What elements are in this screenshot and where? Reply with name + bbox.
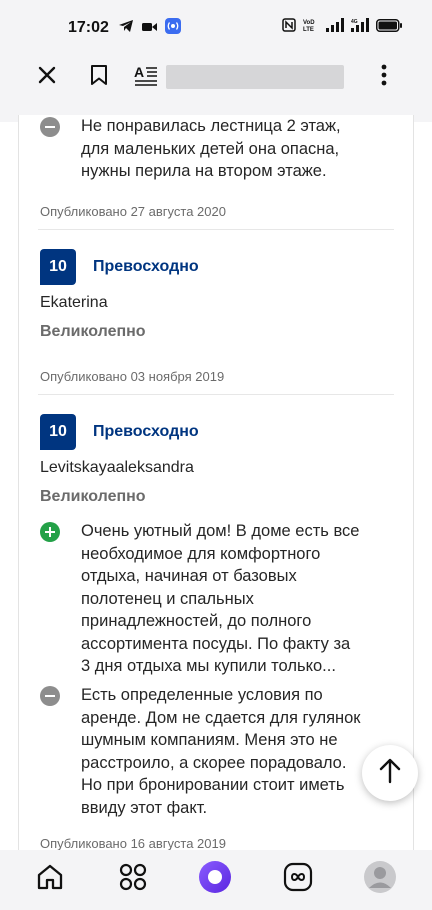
alice-assistant-icon bbox=[198, 860, 232, 899]
arrow-up-icon bbox=[379, 758, 401, 789]
signal-icon bbox=[326, 18, 344, 37]
divider bbox=[38, 229, 394, 230]
close-icon bbox=[37, 65, 57, 90]
review-pro-text: Очень уютный дом! В доме есть все необхо… bbox=[81, 522, 360, 675]
bottom-navigation bbox=[0, 850, 432, 910]
infinity-button[interactable] bbox=[281, 862, 315, 896]
review-con-text: Есть определенные условия по аренде. Дом… bbox=[81, 686, 361, 817]
menu-button[interactable] bbox=[369, 62, 399, 92]
published-date: Опубликовано 03 ноября 2019 bbox=[40, 369, 225, 384]
battery-icon bbox=[376, 18, 402, 37]
home-icon bbox=[35, 862, 65, 897]
review-con: Не понравилась лестница 2 этаж, для мале… bbox=[40, 115, 341, 183]
address-bar[interactable] bbox=[166, 65, 344, 89]
volte-icon: VoD LTE bbox=[303, 18, 319, 37]
score-badge: 10 bbox=[40, 414, 76, 450]
minus-circle-icon bbox=[40, 686, 60, 706]
video-camera-icon bbox=[142, 20, 157, 38]
review-con-text: Не понравилась лестница 2 этаж, для мале… bbox=[81, 117, 341, 180]
browser-toolbar: A bbox=[18, 48, 412, 106]
divider bbox=[38, 394, 394, 395]
status-bar: 17:02 VoD LTE 4G bbox=[0, 0, 432, 48]
review-con: Есть определенные условия по аренде. Дом… bbox=[40, 684, 361, 819]
svg-text:LTE: LTE bbox=[303, 27, 314, 32]
profile-button[interactable] bbox=[363, 860, 397, 899]
reviewer-name: Ekaterina bbox=[40, 294, 108, 311]
score-label: Превосходно bbox=[93, 423, 199, 440]
review-title: Великолепно bbox=[40, 488, 146, 505]
score-badge: 10 bbox=[40, 249, 76, 285]
svg-text:4G: 4G bbox=[351, 19, 358, 25]
more-vertical-icon bbox=[381, 64, 387, 91]
reviewer-name: Levitskayaaleksandra bbox=[40, 459, 194, 476]
svg-text:A: A bbox=[134, 64, 144, 80]
close-button[interactable] bbox=[32, 62, 62, 92]
reader-mode-icon: A bbox=[134, 64, 158, 91]
broadcast-icon bbox=[165, 18, 181, 39]
nfc-icon bbox=[282, 18, 296, 37]
score-label: Превосходно bbox=[93, 258, 199, 275]
svg-text:VoD: VoD bbox=[303, 20, 315, 26]
plus-circle-icon bbox=[40, 522, 60, 542]
minus-circle-icon bbox=[40, 117, 60, 137]
bookmark-button[interactable] bbox=[84, 62, 114, 92]
profile-avatar-icon bbox=[363, 860, 397, 899]
published-date: Опубликовано 16 августа 2019 bbox=[40, 836, 226, 850]
reviews-list: Не понравилась лестница 2 этаж, для мале… bbox=[18, 115, 414, 850]
review-title: Великолепно bbox=[40, 323, 146, 340]
review-pro: Очень уютный дом! В доме есть все необхо… bbox=[40, 520, 359, 678]
bookmark-icon bbox=[90, 64, 108, 91]
signal-4g-icon: 4G bbox=[351, 18, 369, 37]
home-button[interactable] bbox=[33, 862, 67, 896]
reader-mode-button[interactable]: A bbox=[131, 62, 161, 92]
alice-assistant-button[interactable] bbox=[198, 860, 232, 899]
apps-button[interactable] bbox=[116, 862, 150, 896]
scroll-to-top-button[interactable] bbox=[362, 745, 418, 801]
apps-grid-icon bbox=[119, 863, 147, 896]
status-time: 17:02 bbox=[68, 19, 109, 36]
published-date: Опубликовано 27 августа 2020 bbox=[40, 204, 226, 219]
telegram-icon bbox=[118, 19, 134, 38]
infinity-icon bbox=[283, 862, 313, 897]
